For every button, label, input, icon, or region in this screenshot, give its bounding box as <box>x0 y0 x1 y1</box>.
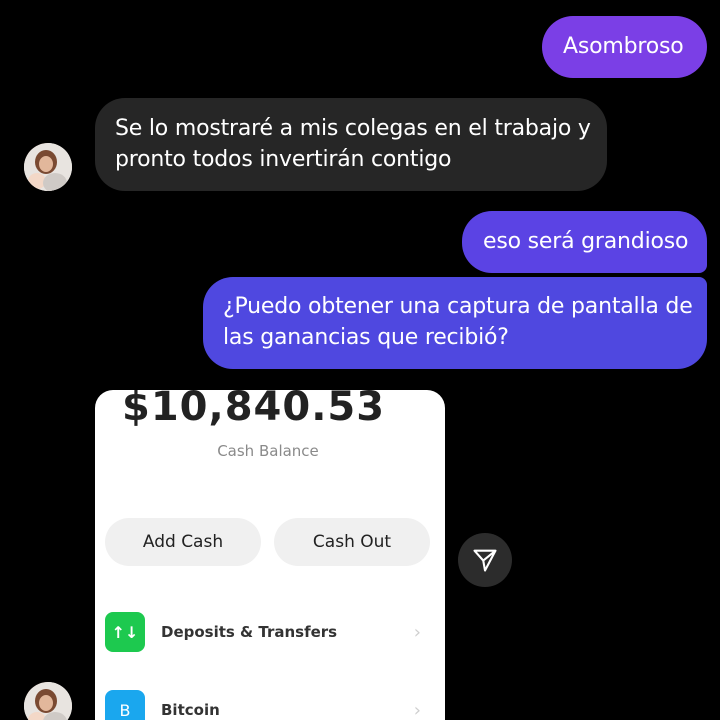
cash-balance-label: Cash Balance <box>217 442 319 460</box>
message-sent[interactable]: eso será grandioso <box>462 211 707 273</box>
chevron-right-icon: › <box>413 699 421 720</box>
message-text-line: pronto todos invertirán contigo <box>115 147 452 172</box>
contact-avatar[interactable] <box>24 143 72 191</box>
message-text: eso será grandioso <box>483 229 689 254</box>
bitcoin-row: B Bitcoin › <box>105 690 435 720</box>
chat-screen: Asombroso Se lo mostraré a mis colegas e… <box>0 0 720 720</box>
message-received[interactable]: Se lo mostraré a mis colegas en el traba… <box>95 98 607 191</box>
share-button[interactable] <box>458 533 512 587</box>
message-text: Asombroso <box>563 34 684 59</box>
deposits-transfers-row: ↑↓ Deposits & Transfers › <box>105 612 435 652</box>
chevron-right-icon: › <box>413 621 421 643</box>
cash-balance-amount: $10,840.53 <box>122 390 386 430</box>
row-label: Bitcoin <box>161 701 220 719</box>
avatar-image <box>24 143 72 191</box>
arrows-updown-icon: ↑↓ <box>105 612 145 652</box>
bitcoin-icon: B <box>105 690 145 720</box>
cash-out-button: Cash Out <box>274 518 430 566</box>
message-text-line: las ganancias que recibió? <box>223 325 509 350</box>
contact-avatar[interactable] <box>24 682 72 720</box>
row-label: Deposits & Transfers <box>161 623 338 641</box>
avatar-image <box>24 682 72 720</box>
add-cash-button: Add Cash <box>105 518 261 566</box>
send-icon <box>473 549 497 572</box>
shared-screenshot-image[interactable]: $10,840.53 Cash Balance Add Cash Cash Ou… <box>95 390 445 720</box>
message-text-line: Se lo mostraré a mis colegas en el traba… <box>115 116 591 141</box>
message-sent[interactable]: ¿Puedo obtener una captura de pantalla d… <box>203 277 707 369</box>
message-text-line: ¿Puedo obtener una captura de pantalla d… <box>223 294 693 319</box>
message-sent[interactable]: Asombroso <box>542 16 707 78</box>
